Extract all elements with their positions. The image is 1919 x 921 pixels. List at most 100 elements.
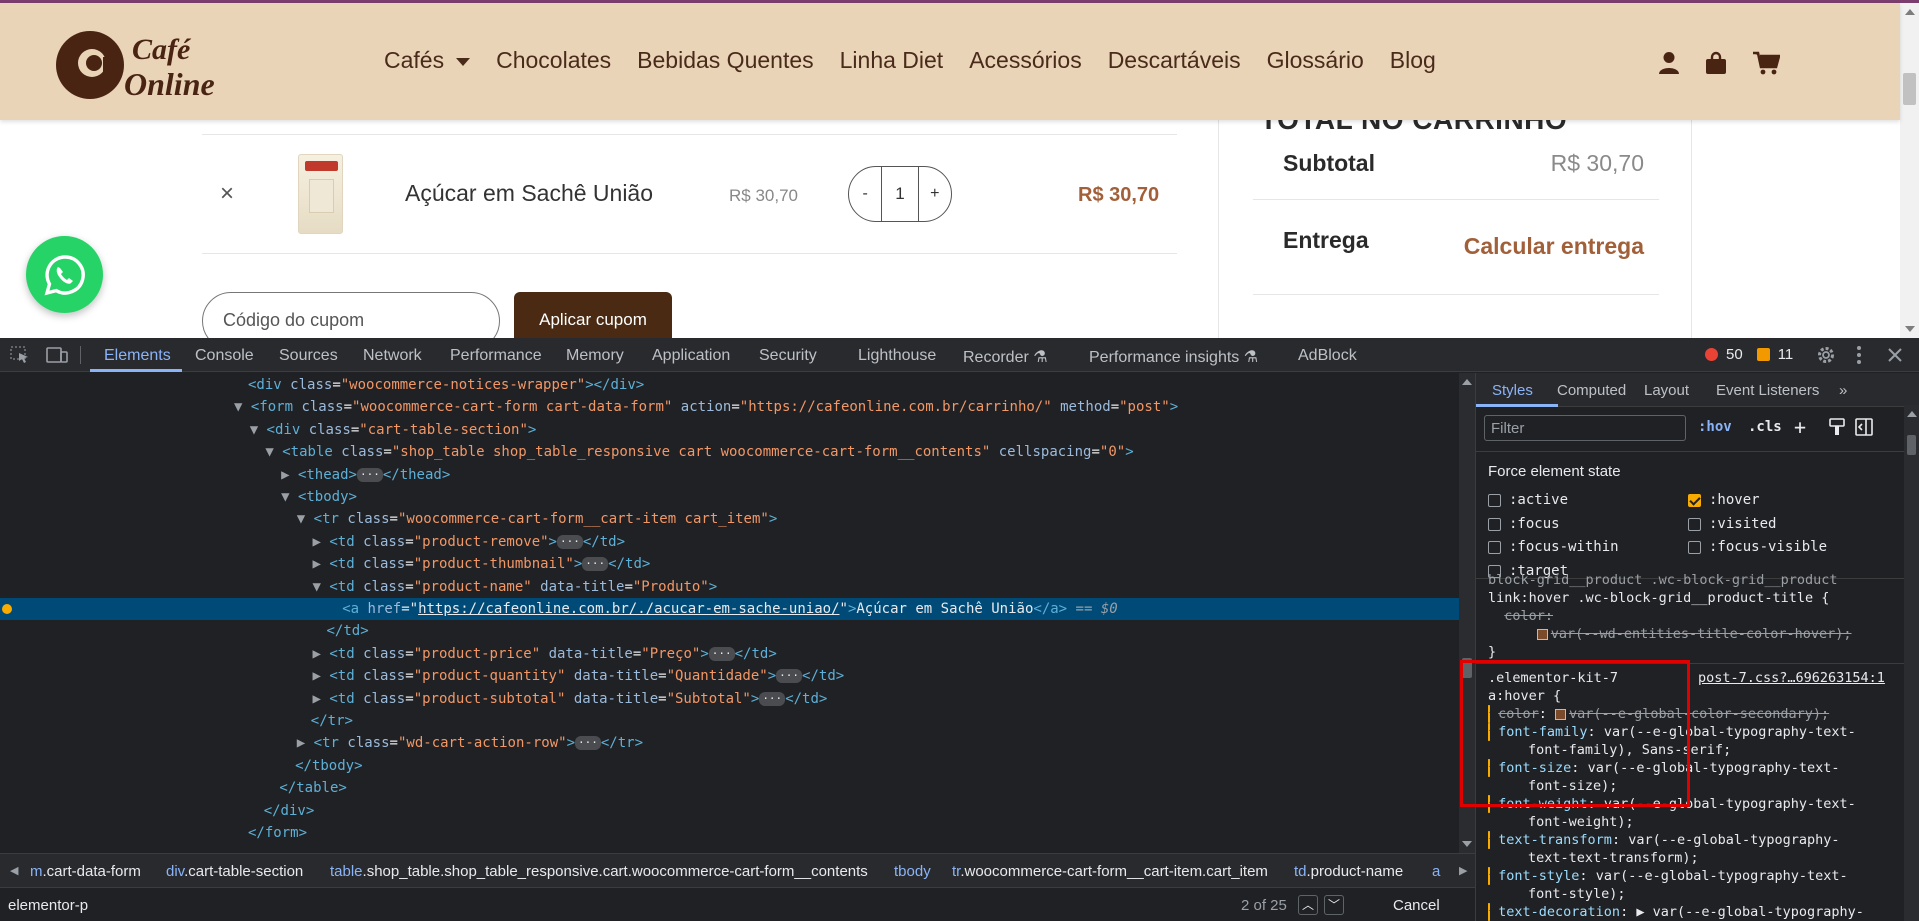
ellipsis-icon[interactable]: ··· xyxy=(759,691,786,706)
breadcrumb-item[interactable]: tr.woocommerce-cart-form__cart-item.cart… xyxy=(952,863,1268,880)
tab-event-listeners[interactable]: Event Listeners xyxy=(1716,382,1819,399)
tab-security[interactable]: Security xyxy=(759,347,817,365)
styles-filter-input[interactable]: Filter xyxy=(1484,415,1686,441)
breadcrumb-item[interactable]: a xyxy=(1432,863,1440,880)
state-checkbox[interactable]: :visited xyxy=(1688,516,1776,532)
checkbox[interactable] xyxy=(1488,903,1490,921)
tab-styles[interactable]: Styles xyxy=(1492,382,1533,399)
qty-plus-button[interactable]: + xyxy=(919,185,951,203)
nav-item-linha-diet[interactable]: Linha Diet xyxy=(840,47,944,74)
expand-triangle-icon[interactable]: ▼ xyxy=(297,511,314,527)
dom-node[interactable]: <div class="woocommerce-notices-wrapper"… xyxy=(248,374,644,396)
bag-icon[interactable] xyxy=(1704,51,1728,75)
gear-icon[interactable] xyxy=(1816,345,1836,365)
breadcrumb-item[interactable]: tbody xyxy=(894,863,931,880)
scroll-up-icon[interactable] xyxy=(1907,411,1917,417)
product-thumbnail[interactable] xyxy=(298,154,343,234)
toggle-sidebar-icon[interactable] xyxy=(1855,418,1873,436)
collapse-triangle-icon[interactable]: ▶ xyxy=(281,467,298,483)
state-checkbox[interactable]: :focus xyxy=(1488,516,1560,532)
dom-node[interactable]: ▼ <td class="product-name" data-title="P… xyxy=(313,576,718,598)
collapse-triangle-icon[interactable]: ▶ xyxy=(313,646,330,662)
css-value[interactable]: var(--e-global-typography-text- xyxy=(1596,868,1848,884)
tab-memory[interactable]: Memory xyxy=(566,347,624,365)
state-checkbox[interactable]: :hover xyxy=(1688,492,1760,508)
issue-counters[interactable]: 50 11 xyxy=(1705,346,1793,363)
new-rule-icon[interactable]: + xyxy=(1794,415,1806,439)
css-value[interactable]: var(--wd-entities-title-color-hover); xyxy=(1488,625,1852,643)
nav-item-cafes[interactable]: Cafés xyxy=(384,47,471,74)
collapse-triangle-icon[interactable]: ▶ xyxy=(313,691,330,707)
search-previous-button[interactable]: ︿ xyxy=(1298,895,1318,915)
ellipsis-icon[interactable]: ··· xyxy=(708,646,735,661)
tab-application[interactable]: Application xyxy=(652,347,730,365)
tab-adblock[interactable]: AdBlock xyxy=(1298,347,1357,365)
breadcrumb-item[interactable]: td.product-name xyxy=(1294,863,1403,880)
remove-item-button[interactable]: × xyxy=(220,180,234,208)
css-property-color[interactable]: color: xyxy=(1488,607,1553,625)
tab-elements[interactable]: Elements xyxy=(104,347,171,365)
scroll-up-icon[interactable] xyxy=(1462,379,1472,385)
breadcrumb-item[interactable]: m.cart-data-form xyxy=(30,863,141,880)
dom-node[interactable]: ▼ <table class="shop_table shop_table_re… xyxy=(265,441,1133,463)
search-next-button[interactable]: ﹀ xyxy=(1324,895,1344,915)
scroll-down-icon[interactable] xyxy=(1905,326,1915,332)
css-property[interactable]: text-decoration xyxy=(1498,904,1620,920)
dom-node[interactable]: ▶ <td class="product-remove"> ··· </td> xyxy=(313,531,626,553)
css-declaration[interactable]: text-transform: var(--e-global-typograph… xyxy=(1488,831,1840,849)
hov-toggle[interactable]: :hov xyxy=(1698,419,1732,435)
checkbox[interactable] xyxy=(1488,517,1501,531)
dom-node[interactable]: ▼ <tr class="woocommerce-cart-form__cart… xyxy=(297,508,778,530)
nav-item-glossario[interactable]: Glossário xyxy=(1267,47,1364,74)
css-value[interactable]: var(--e-global-typography- xyxy=(1628,832,1839,848)
dom-node[interactable]: ▶ <thead> ··· </thead> xyxy=(281,464,450,486)
collapse-triangle-icon[interactable]: ▶ xyxy=(313,668,330,684)
state-checkbox[interactable]: :focus-visible xyxy=(1688,539,1827,555)
scrollbar-thumb[interactable] xyxy=(1907,435,1916,455)
dom-node[interactable]: ▼ <form class="woocommerce-cart-form car… xyxy=(234,396,1178,418)
color-swatch[interactable] xyxy=(1536,628,1548,640)
tab-recorder[interactable]: Recorder ⚗ xyxy=(963,347,1048,367)
expand-triangle-icon[interactable]: ▼ xyxy=(281,489,298,505)
coupon-input[interactable]: Código do cupom xyxy=(202,292,500,338)
css-declaration[interactable]: font-style: var(--e-global-typography-te… xyxy=(1488,867,1848,885)
breadcrumb-item[interactable]: div.cart-table-section xyxy=(166,863,303,880)
tab-performance[interactable]: Performance xyxy=(450,347,542,365)
inspect-element-icon[interactable] xyxy=(10,346,30,364)
collapse-triangle-icon[interactable]: ▶ xyxy=(313,534,330,550)
dom-node[interactable]: ▼ <div class="cart-table-section"> xyxy=(250,419,537,441)
dom-node[interactable]: </div> xyxy=(264,800,315,822)
ellipsis-icon[interactable]: ··· xyxy=(582,557,609,572)
more-tabs-icon[interactable]: » xyxy=(1839,382,1847,399)
user-icon[interactable] xyxy=(1658,51,1680,75)
dom-node[interactable]: </td> xyxy=(327,620,369,642)
css-property[interactable]: text-transform xyxy=(1498,832,1612,848)
nav-item-blog[interactable]: Blog xyxy=(1390,47,1436,74)
expand-triangle-icon[interactable]: ▼ xyxy=(313,579,330,595)
dom-node[interactable]: <a href="https://cafeonline.com.br/./acu… xyxy=(342,598,1118,620)
tab-sources[interactable]: Sources xyxy=(279,347,338,365)
dom-node[interactable]: ▶ <td class="product-subtotal" data-titl… xyxy=(313,688,828,710)
nav-item-chocolates[interactable]: Chocolates xyxy=(496,47,611,74)
product-name-link[interactable]: Açúcar em Sachê União xyxy=(405,180,653,207)
tab-layout[interactable]: Layout xyxy=(1644,382,1689,399)
nav-item-descartaveis[interactable]: Descartáveis xyxy=(1108,47,1241,74)
css-property[interactable]: font-style xyxy=(1498,868,1579,884)
checkbox[interactable] xyxy=(1688,540,1701,554)
collapse-triangle-icon[interactable]: ▶ xyxy=(313,556,330,572)
ellipsis-icon[interactable]: ··· xyxy=(776,669,803,684)
nav-item-bebidas-quentes[interactable]: Bebidas Quentes xyxy=(637,47,813,74)
checkbox[interactable] xyxy=(1488,540,1501,554)
state-checkbox[interactable]: :focus-within xyxy=(1488,539,1619,555)
search-input[interactable]: elementor-p xyxy=(8,897,88,914)
whatsapp-button[interactable] xyxy=(26,236,103,313)
breadcrumb-item[interactable]: table.shop_table.shop_table_responsive.c… xyxy=(330,863,868,880)
collapse-triangle-icon[interactable]: ▶ xyxy=(297,735,314,751)
cls-toggle[interactable]: .cls xyxy=(1748,419,1782,435)
expand-triangle-icon[interactable]: ▼ xyxy=(234,399,251,415)
rule-source-link[interactable]: post-7.css?…696263154:1 xyxy=(1698,669,1885,687)
cafe-online-logo[interactable]: Café Online xyxy=(50,19,240,109)
state-checkbox[interactable]: :active xyxy=(1488,492,1568,508)
dom-node[interactable]: ▶ <td class="product-price" data-title="… xyxy=(313,643,777,665)
scroll-up-icon[interactable] xyxy=(1905,9,1915,15)
